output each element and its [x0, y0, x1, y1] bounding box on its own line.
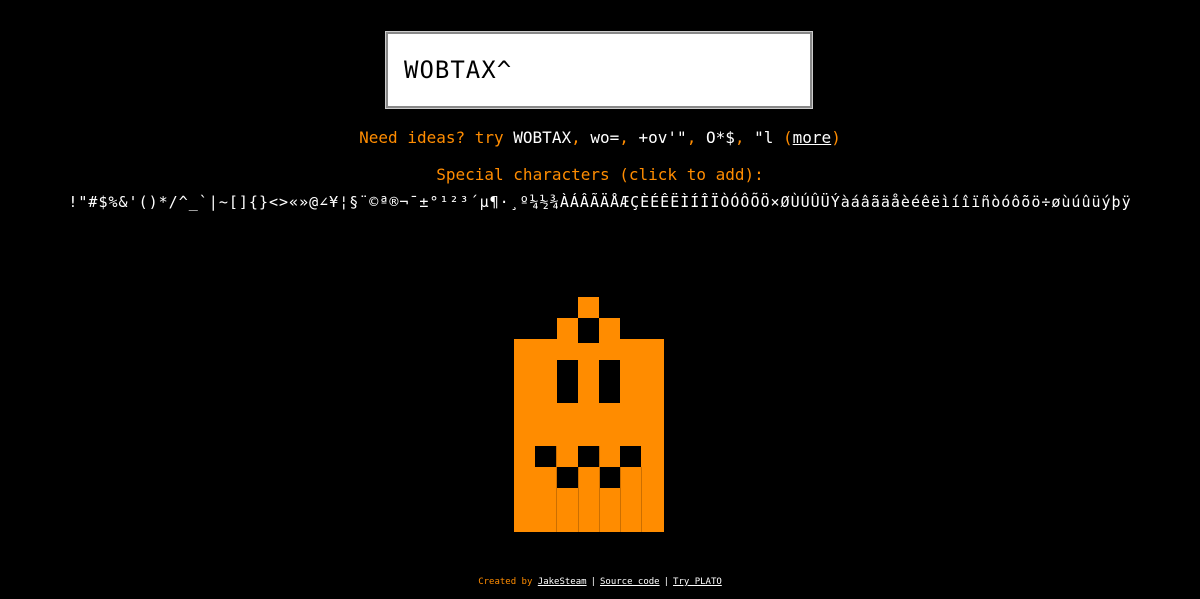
glyph-pixel — [535, 446, 556, 467]
author-link[interactable]: JakeSteam — [538, 577, 587, 587]
special-characters-title: Special characters (click to add): — [436, 165, 764, 184]
idea-example-2[interactable]: wo= — [590, 128, 619, 147]
glyph-pixel — [599, 318, 620, 339]
text-input-box[interactable] — [385, 31, 813, 109]
glyph-pixel — [599, 467, 620, 488]
try-plato-link[interactable]: Try PLATO — [673, 577, 722, 587]
glyph-line — [620, 467, 621, 532]
ideas-prefix: Need ideas? try — [359, 128, 514, 147]
glyph-pixel — [557, 467, 578, 488]
footer-divider: | — [590, 577, 596, 587]
more-open-paren: ( — [773, 128, 793, 147]
footer-created-by: Created by — [478, 577, 533, 587]
idea-example-1[interactable]: WOBTAX — [513, 128, 571, 147]
footer: Created by JakeSteam | Source code | Try PLA… — [0, 577, 1200, 587]
glyph-line — [556, 446, 557, 532]
special-characters-list[interactable]: !"#$%&'()*/^_`|~[]{}<>«»@∠¥¦§¨©ª®¬¯±°¹²³… — [60, 190, 1140, 214]
glyph-pixel — [578, 297, 599, 318]
idea-separator: , — [571, 128, 591, 147]
source-code-link[interactable]: Source code — [600, 577, 660, 587]
idea-separator: , — [619, 128, 639, 147]
glyph-eye-left — [557, 360, 578, 403]
glyph-pixel — [620, 446, 641, 467]
more-ideas-link[interactable]: more — [793, 128, 832, 147]
glyph-line — [599, 446, 600, 532]
page: Need ideas? try WOBTAX, wo=, +ov'", O*$,… — [0, 0, 1200, 599]
glyph-pixel — [578, 446, 599, 467]
glyph-line — [641, 467, 642, 532]
idea-example-4[interactable]: O*$ — [706, 128, 735, 147]
glyph-pixel — [578, 339, 599, 343]
idea-separator: , — [734, 128, 755, 147]
idea-example-3[interactable]: +ov'" — [639, 128, 687, 147]
glyph-preview-art — [514, 297, 664, 532]
glyph-pixel — [557, 318, 578, 339]
footer-divider: | — [663, 577, 670, 587]
idea-separator: , — [686, 128, 706, 147]
glyph-line — [578, 467, 579, 532]
idea-example-5[interactable]: "l — [754, 128, 773, 147]
more-close-paren: ) — [831, 128, 841, 147]
glyph-text-input[interactable] — [388, 34, 810, 106]
glyph-eye-right — [599, 360, 620, 403]
ideas-line: Need ideas? try WOBTAX, wo=, +ov'", O*$,… — [0, 128, 1200, 147]
